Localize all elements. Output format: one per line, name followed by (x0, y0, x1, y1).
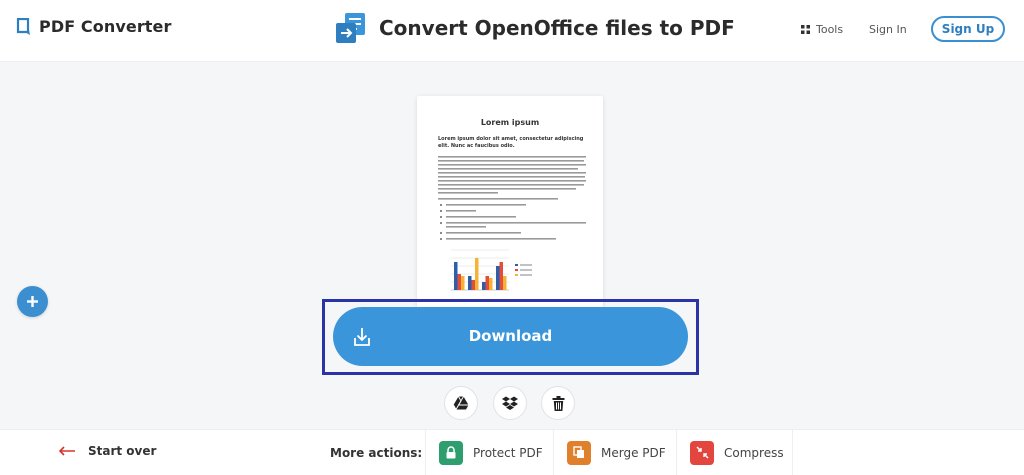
page-title: Convert OpenOffice files to PDF (379, 16, 735, 40)
footer-bar: Start over More actions: Protect PDF Mer… (0, 429, 1024, 475)
preview-text-lines (438, 156, 586, 240)
footer-divider (792, 430, 793, 475)
preview-subtitle: Lorem ipsum dolor sit amet, consectetur … (438, 136, 584, 149)
plus-icon (27, 296, 38, 307)
pdf-logo-icon (16, 17, 30, 35)
google-drive-icon (453, 396, 469, 410)
compress-action[interactable]: Compress (676, 430, 792, 475)
arrow-left-icon (58, 446, 75, 456)
trash-icon (552, 395, 564, 411)
merge-pdf-label: Merge PDF (601, 445, 666, 460)
merge-pdf-action[interactable]: Merge PDF (553, 430, 676, 475)
top-header: PDF Converter Convert OpenOffice files t… (0, 0, 1024, 62)
save-to-google-drive-button[interactable] (444, 386, 478, 420)
sign-in-link[interactable]: Sign In (869, 23, 907, 36)
download-label: Download (468, 327, 553, 345)
start-over-button[interactable]: Start over (58, 444, 156, 458)
tools-label: Tools (816, 23, 844, 36)
download-button[interactable]: Download (333, 307, 688, 366)
preview-title: Lorem ipsum (480, 118, 540, 127)
page-heading: Convert OpenOffice files to PDF (335, 12, 735, 44)
start-over-label: Start over (88, 444, 157, 458)
logo[interactable]: PDF Converter (16, 17, 172, 36)
lock-icon (439, 440, 463, 465)
add-file-button[interactable] (17, 286, 48, 317)
compress-label: Compress (724, 445, 784, 460)
merge-icon (567, 440, 591, 465)
compress-icon (690, 440, 714, 465)
tools-menu[interactable]: Tools (801, 23, 843, 36)
preview-chart (451, 249, 532, 291)
convert-document-icon (336, 13, 365, 43)
protect-pdf-action[interactable]: Protect PDF (425, 430, 551, 475)
save-to-dropbox-button[interactable] (493, 386, 527, 420)
grid-icon (801, 25, 810, 34)
dropbox-icon (502, 396, 518, 410)
delete-file-button[interactable] (541, 386, 575, 420)
sign-up-button[interactable]: Sign Up (931, 16, 1005, 42)
logo-text: PDF Converter (39, 17, 172, 36)
more-actions-label: More actions: (330, 446, 423, 460)
protect-pdf-label: Protect PDF (473, 445, 543, 460)
document-preview: Lorem ipsum Lorem ipsum dolor sit amet, … (417, 96, 603, 316)
